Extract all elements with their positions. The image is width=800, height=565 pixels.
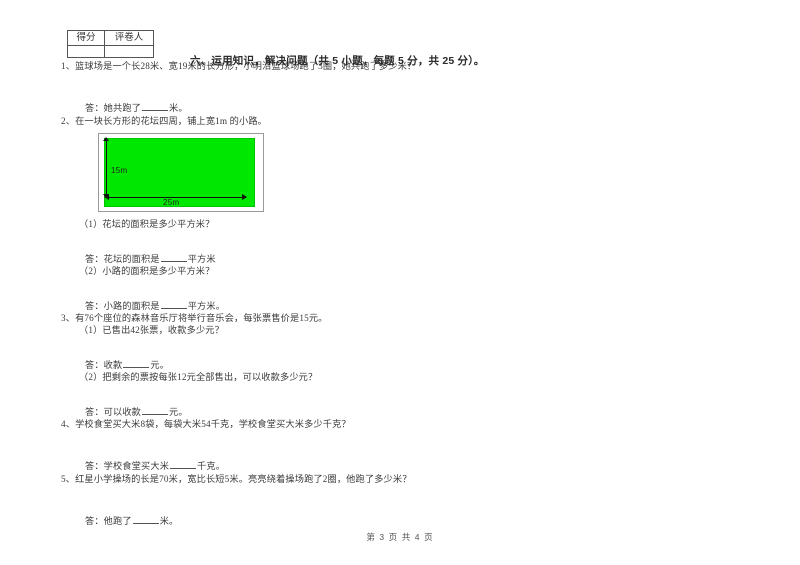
table-row-headers: 得分 评卷人: [67, 30, 154, 46]
question-3-sub-2: （2）把剩余的票按每张12元全部售出，可以收款多少元？: [79, 372, 318, 383]
question-2-answer-2-suffix: 平方米。: [187, 300, 226, 311]
answer-blank[interactable]: [123, 359, 150, 368]
grader-header-cell: 评卷人: [104, 30, 154, 46]
question-1-number: 1、: [61, 61, 76, 71]
question-4-answer: 答：学校食堂买大米 千克。: [57, 460, 747, 472]
answer-blank[interactable]: [132, 515, 159, 525]
answer-blank[interactable]: [160, 300, 187, 309]
table-row-values: [67, 45, 154, 58]
question-5-text: 5、红星小学操场的长是70米，宽比长短5米。亮亮绕着操场跑了2圈，他跑了多少米？: [57, 473, 747, 485]
questions-block: 1、篮球场是一个长28米、宽19米的长方形，小明沿篮球场跑了3圈，她共跑了多少米…: [57, 60, 747, 528]
question-2-text: 2、在一块长方形的花坛四周，铺上宽1m 的小路。: [57, 115, 747, 127]
question-2-number: 2、: [61, 115, 76, 126]
question-5-answer-suffix: 米。: [159, 516, 179, 527]
question-3-body: 有76个座位的森林音乐厅将举行音乐会，每张票售价是15元。: [75, 312, 328, 323]
answer-space-4: [57, 430, 747, 460]
question-2-answer-2: 答：小路的面积是 平方米。: [57, 300, 747, 312]
question-3-answer-2: 答：可以收款 元。: [57, 406, 747, 418]
score-header-cell: 得分: [67, 30, 105, 46]
answer-blank[interactable]: [142, 406, 169, 415]
question-5-answer-prefix: 答：他跑了: [85, 516, 132, 527]
question-2-answer-1: 答：花坛的面积是 平方米: [57, 253, 747, 265]
question-3-answer-1-suffix: 元。: [150, 359, 170, 370]
exam-page: 得分 评卷人 六、运用知识，解决问题（共 5 小题，每题 5 分，共 25 分）…: [0, 0, 800, 565]
question-1-answer-prefix: 答：她共跑了: [85, 103, 142, 114]
question-3-answer-1-prefix: 答：收款: [85, 359, 123, 370]
figure-height-label: 15m: [111, 166, 128, 176]
question-4-text: 4、学校食堂买大米8袋，每袋大米54千克，学校食堂买大米多少千克？: [57, 418, 747, 430]
question-5-answer: 答：他跑了 米。: [57, 515, 747, 527]
answer-space-3a: [57, 337, 747, 359]
question-3-text: 3、有76个座位的森林音乐厅将举行音乐会，每张票售价是15元。: [57, 312, 747, 324]
question-1-answer-suffix: 米。: [169, 103, 188, 114]
question-2-answer-1-prefix: 答：花坛的面积是: [85, 253, 160, 264]
question-2-body: 在一块长方形的花坛四周，铺上宽1m 的小路。: [75, 115, 267, 126]
question-3-number: 3、: [61, 312, 76, 323]
page-footer: 第 3 页 共 4 页: [366, 532, 434, 542]
figure-width-label: 25m: [163, 198, 180, 208]
grader-value-cell[interactable]: [104, 45, 154, 58]
question-4-answer-prefix: 答：学校食堂买大米: [85, 461, 170, 472]
answer-space-2b: [57, 278, 747, 300]
question-2-sub-2: （2）小路的面积是多少平方米？: [79, 266, 215, 277]
answer-space-2a: [57, 231, 747, 253]
question-5-body: 红星小学操场的长是70米，宽比长短5米。亮亮绕着操场跑了2圈，他跑了多少米？: [75, 473, 412, 484]
question-2-answer-2-prefix: 答：小路的面积是: [85, 300, 160, 311]
question-5-number: 5、: [61, 473, 76, 484]
question-4-number: 4、: [61, 419, 76, 430]
question-2-sub-1: （1）花坛的面积是多少平方米？: [79, 219, 215, 230]
question-4-body: 学校食堂买大米8袋，每袋大米54千克，学校食堂买大米多少千克？: [75, 419, 351, 430]
score-value-cell[interactable]: [67, 45, 105, 58]
score-grader-table: 得分 评卷人: [67, 30, 154, 58]
figure-inner: 15m 25m: [101, 136, 261, 209]
flowerbed-path-figure: 15m 25m: [98, 133, 264, 213]
question-3-answer-2-prefix: 答：可以收款: [85, 406, 142, 417]
answer-blank[interactable]: [160, 253, 187, 262]
question-3-sub-1: （1）已售出42张票，收款多少元？: [79, 325, 224, 336]
answer-space-3b: [57, 384, 747, 406]
page-content: 得分 评卷人 六、运用知识，解决问题（共 5 小题，每题 5 分，共 25 分）…: [57, 30, 747, 528]
question-3-answer-2-suffix: 元。: [169, 406, 188, 417]
answer-blank[interactable]: [170, 460, 197, 470]
section-title: 六、运用知识，解决问题（共 5 小题，每题 5 分，共 25 分）。: [190, 55, 485, 67]
answer-blank[interactable]: [142, 102, 169, 112]
answer-space-1: [57, 72, 747, 102]
question-3-answer-1: 答：收款 元。: [57, 359, 747, 371]
dimension-arrow-right-icon: [242, 194, 247, 201]
question-1-answer: 答：她共跑了 米。: [57, 102, 747, 114]
question-2-answer-1-suffix: 平方米: [187, 253, 216, 264]
dimension-line-vertical: [106, 139, 107, 198]
question-4-answer-suffix: 千克。: [197, 461, 226, 472]
answer-space-5: [57, 485, 747, 515]
